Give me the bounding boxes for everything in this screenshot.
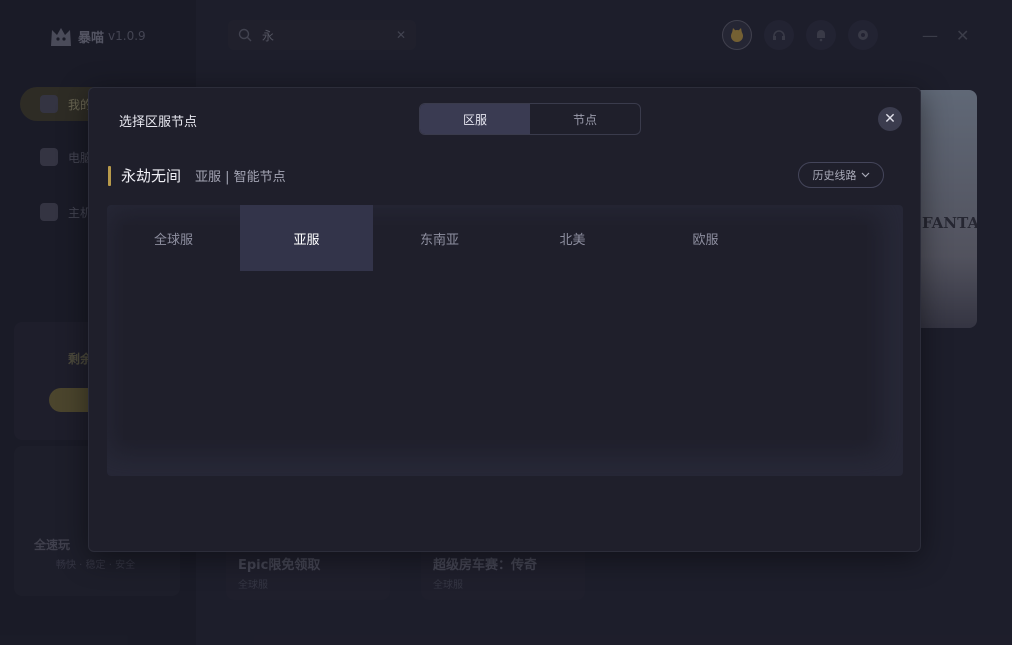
region-tab-southeast-asia[interactable]: 东南亚 bbox=[373, 205, 506, 271]
region-tab-north-america[interactable]: 北美 bbox=[506, 205, 639, 271]
region-panel: 全球服 亚服 东南亚 北美 欧服 bbox=[107, 205, 903, 476]
history-label: 历史线路 bbox=[812, 169, 857, 182]
region-tab-asia[interactable]: 亚服 bbox=[240, 205, 373, 271]
chevron-down-icon bbox=[861, 172, 869, 178]
close-icon[interactable]: ✕ bbox=[878, 107, 902, 131]
region-tabs: 全球服 亚服 东南亚 北美 欧服 bbox=[107, 205, 772, 271]
accent-bar bbox=[108, 165, 111, 186]
region-tab-global[interactable]: 全球服 bbox=[107, 205, 240, 271]
game-name: 永劫无间 bbox=[121, 167, 182, 185]
dialog-title: 选择区服节点 bbox=[119, 115, 198, 130]
tab-node[interactable]: 节点 bbox=[530, 104, 640, 134]
region-select-dialog: 选择区服节点 区服 节点 ✕ 永劫无间 亚服 | 智能节点 历史线路 全球服 亚… bbox=[88, 87, 921, 552]
tab-region[interactable]: 区服 bbox=[420, 104, 530, 134]
region-tab-europe[interactable]: 欧服 bbox=[639, 205, 772, 271]
game-current-node: 亚服 | 智能节点 bbox=[195, 170, 286, 185]
history-route-button[interactable]: 历史线路 bbox=[798, 162, 884, 188]
game-info: 永劫无间 亚服 | 智能节点 bbox=[108, 165, 286, 186]
mode-switch: 区服 节点 bbox=[419, 103, 641, 135]
